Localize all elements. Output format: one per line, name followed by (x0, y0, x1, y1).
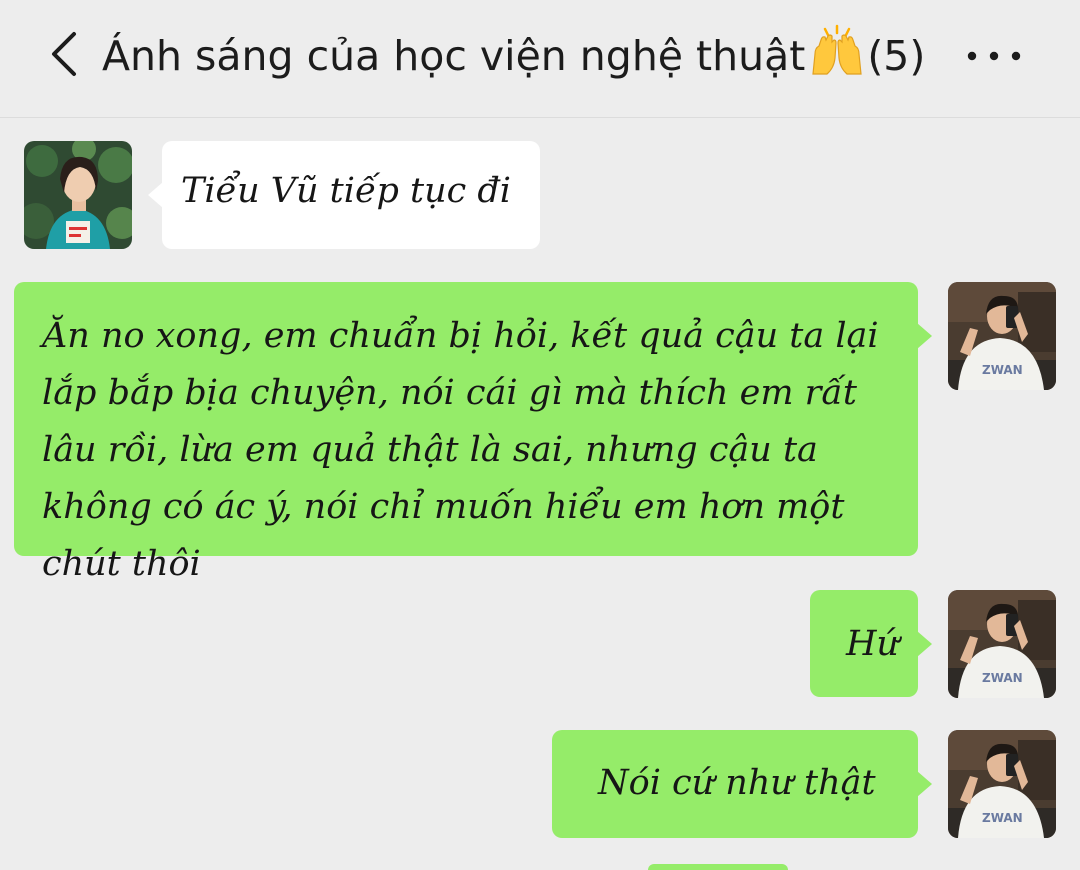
svg-text:ZWAN: ZWAN (982, 811, 1023, 825)
chevron-left-icon[interactable] (40, 26, 90, 82)
chat-screen: Ánh sáng của học viện nghệ thuật (5) Tiể… (0, 0, 1080, 870)
message-bubble-incoming[interactable]: Tiểu Vũ tiếp tục đi (148, 141, 540, 249)
message-text: Nói cứ như thật (598, 763, 876, 803)
bubble-tail (917, 771, 932, 797)
chat-header: Ánh sáng của học viện nghệ thuật (5) (0, 0, 1080, 118)
next-message-peek (648, 864, 788, 870)
bubble-tail (917, 323, 932, 349)
group-name: Ánh sáng của học viện nghệ thuật (102, 32, 806, 80)
message-bubble-outgoing[interactable]: Hứ (810, 590, 932, 697)
svg-text:ZWAN: ZWAN (982, 671, 1023, 685)
message-text: Tiểu Vũ tiếp tục đi (181, 171, 511, 211)
sender-avatar[interactable] (24, 141, 132, 249)
message-text: Ăn no xong, em chuẩn bị hỏi, kết quả cậu… (42, 316, 879, 584)
message-bubble-outgoing[interactable]: Ăn no xong, em chuẩn bị hỏi, kết quả cậu… (14, 282, 932, 584)
my-avatar[interactable]: ZWAN (948, 282, 1056, 390)
member-count: (5) (867, 32, 926, 80)
raising-hands-emoji-icon (812, 24, 862, 75)
bubble-tail (917, 631, 932, 657)
chat-title: Ánh sáng của học viện nghệ thuật (5) (102, 24, 925, 86)
svg-text:ZWAN: ZWAN (982, 363, 1023, 377)
message-text: Hứ (846, 624, 900, 664)
message-bubble-outgoing[interactable]: Nói cứ như thật (552, 730, 932, 838)
more-icon[interactable] (962, 34, 1028, 78)
my-avatar[interactable]: ZWAN (948, 590, 1056, 698)
bubble-tail (148, 182, 163, 208)
my-avatar[interactable]: ZWAN (948, 730, 1056, 838)
